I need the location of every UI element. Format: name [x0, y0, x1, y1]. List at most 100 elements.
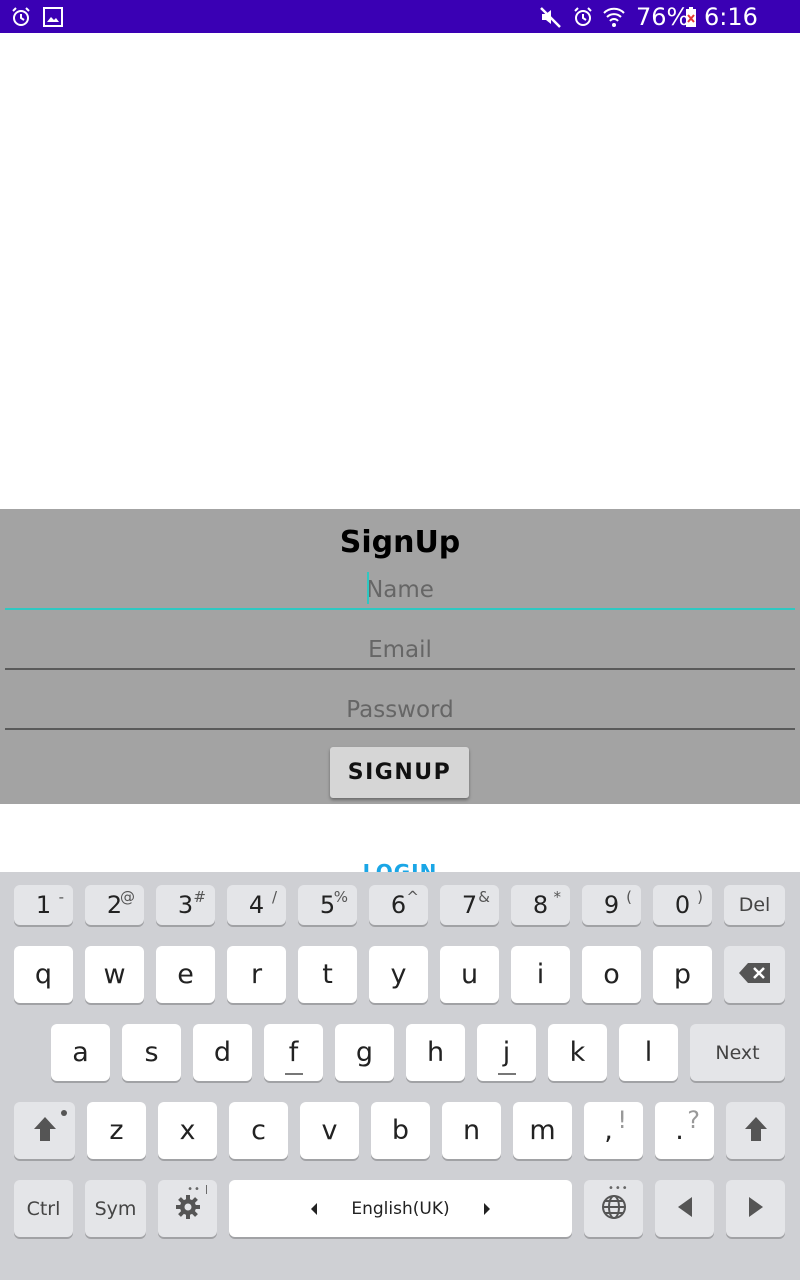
key-label: 6 [390, 891, 407, 919]
key-label: u [460, 959, 479, 990]
key-sublabel: ^ [406, 888, 419, 906]
key-8[interactable]: 8 * [511, 885, 570, 925]
key-sublabel: / [271, 888, 277, 906]
name-field[interactable] [5, 566, 795, 608]
home-marker [497, 1073, 516, 1075]
key-label: , [604, 1115, 613, 1146]
key-y[interactable]: y [369, 946, 428, 1003]
key-sublabel: % [333, 888, 348, 906]
key-v[interactable]: v [300, 1102, 359, 1159]
key-label: p [673, 959, 692, 990]
chevron-left-icon [309, 1201, 319, 1220]
shift-right-key[interactable] [726, 1102, 785, 1159]
key-label: 3 [177, 891, 194, 919]
key-f[interactable]: f [264, 1024, 323, 1081]
key-b[interactable]: b [371, 1102, 430, 1159]
email-field-container [5, 626, 795, 670]
key-k[interactable]: k [548, 1024, 607, 1081]
key-sublabel: ( [626, 888, 632, 906]
mute-icon [539, 5, 563, 29]
shift-left-key[interactable] [14, 1102, 75, 1159]
arrow-left-icon [676, 1196, 694, 1222]
key-o[interactable]: o [582, 946, 641, 1003]
key-5[interactable]: 5% [298, 885, 357, 925]
key-sublabel: ? [687, 1106, 700, 1134]
wifi-icon [602, 5, 626, 29]
mic-dots-icon: •• ǀ [187, 1184, 209, 1195]
language-key[interactable]: ••• [584, 1180, 643, 1237]
key-c[interactable]: c [229, 1102, 288, 1159]
next-key[interactable]: Next [690, 1024, 785, 1081]
soft-keyboard: 1- 2 @ 3 # 4/ 5% 6 ^ 7 & 8 * 9( 0) Del q w e … [0, 872, 800, 1280]
key-label: d [213, 1037, 232, 1068]
home-marker [284, 1073, 303, 1075]
login-link[interactable]: LOGIN [0, 858, 800, 872]
key-4[interactable]: 4/ [227, 885, 286, 925]
cursor-left-key[interactable] [655, 1180, 714, 1237]
key-u[interactable]: u [440, 946, 499, 1003]
backspace-key[interactable] [724, 946, 785, 1003]
alarm-icon [571, 5, 595, 29]
key-comma[interactable]: ,! [584, 1102, 643, 1159]
chevron-right-icon [482, 1201, 492, 1220]
key-label: o [603, 959, 620, 990]
arrow-right-icon [747, 1196, 765, 1222]
key-sublabel: * [553, 888, 562, 906]
key-label: t [322, 959, 333, 990]
key-m[interactable]: m [513, 1102, 572, 1159]
key-label: m [529, 1115, 556, 1146]
key-j[interactable]: j [477, 1024, 536, 1081]
key-a[interactable]: a [51, 1024, 110, 1081]
key-h[interactable]: h [406, 1024, 465, 1081]
key-label: 0 [674, 891, 691, 919]
key-e[interactable]: e [156, 946, 215, 1003]
email-field[interactable] [5, 626, 795, 668]
key-n[interactable]: n [442, 1102, 501, 1159]
key-7[interactable]: 7 & [440, 885, 499, 925]
key-2[interactable]: 2 @ [85, 885, 144, 925]
key-d[interactable]: d [193, 1024, 252, 1081]
settings-key[interactable]: •• ǀ [158, 1180, 217, 1237]
signup-button[interactable]: SIGNUP [330, 747, 469, 798]
sym-key[interactable]: Sym [85, 1180, 146, 1237]
key-9[interactable]: 9( [582, 885, 641, 925]
globe-icon [600, 1193, 628, 1225]
key-label: n [462, 1115, 481, 1146]
key-6[interactable]: 6 ^ [369, 885, 428, 925]
key-q[interactable]: q [14, 946, 73, 1003]
key-label: 8 [532, 891, 549, 919]
backspace-icon [738, 962, 772, 988]
battery-percent: 76% [636, 3, 690, 31]
password-field[interactable] [5, 686, 795, 728]
key-i[interactable]: i [511, 946, 570, 1003]
key-period[interactable]: .? [655, 1102, 714, 1159]
clock: 6:16 pm [704, 3, 758, 59]
key-label: z [109, 1115, 124, 1146]
cursor-right-key[interactable] [726, 1180, 785, 1237]
key-0[interactable]: 0) [653, 885, 712, 925]
key-s[interactable]: s [122, 1024, 181, 1081]
key-l[interactable]: l [619, 1024, 678, 1081]
key-sublabel: ! [617, 1106, 627, 1134]
key-g[interactable]: g [335, 1024, 394, 1081]
password-field-container [5, 686, 795, 730]
shift-icon [32, 1115, 58, 1147]
key-3[interactable]: 3 # [156, 885, 215, 925]
gear-icon [173, 1192, 203, 1226]
key-label: 4 [248, 891, 265, 919]
key-x[interactable]: x [158, 1102, 217, 1159]
space-key[interactable]: English(UK) [229, 1180, 572, 1237]
key-t[interactable]: t [298, 946, 357, 1003]
status-bar: 76% 6:16 pm [0, 0, 800, 59]
key-1[interactable]: 1- [14, 885, 73, 925]
key-label: Sym [94, 1197, 137, 1220]
key-z[interactable]: z [87, 1102, 146, 1159]
key-r[interactable]: r [227, 946, 286, 1003]
key-w[interactable]: w [85, 946, 144, 1003]
key-p[interactable]: p [653, 946, 712, 1003]
alarm-icon [9, 5, 33, 29]
key-label: 9 [603, 891, 620, 919]
key-sublabel: ) [697, 888, 703, 906]
del-key[interactable]: Del [724, 885, 785, 925]
ctrl-key[interactable]: Ctrl [14, 1180, 73, 1237]
